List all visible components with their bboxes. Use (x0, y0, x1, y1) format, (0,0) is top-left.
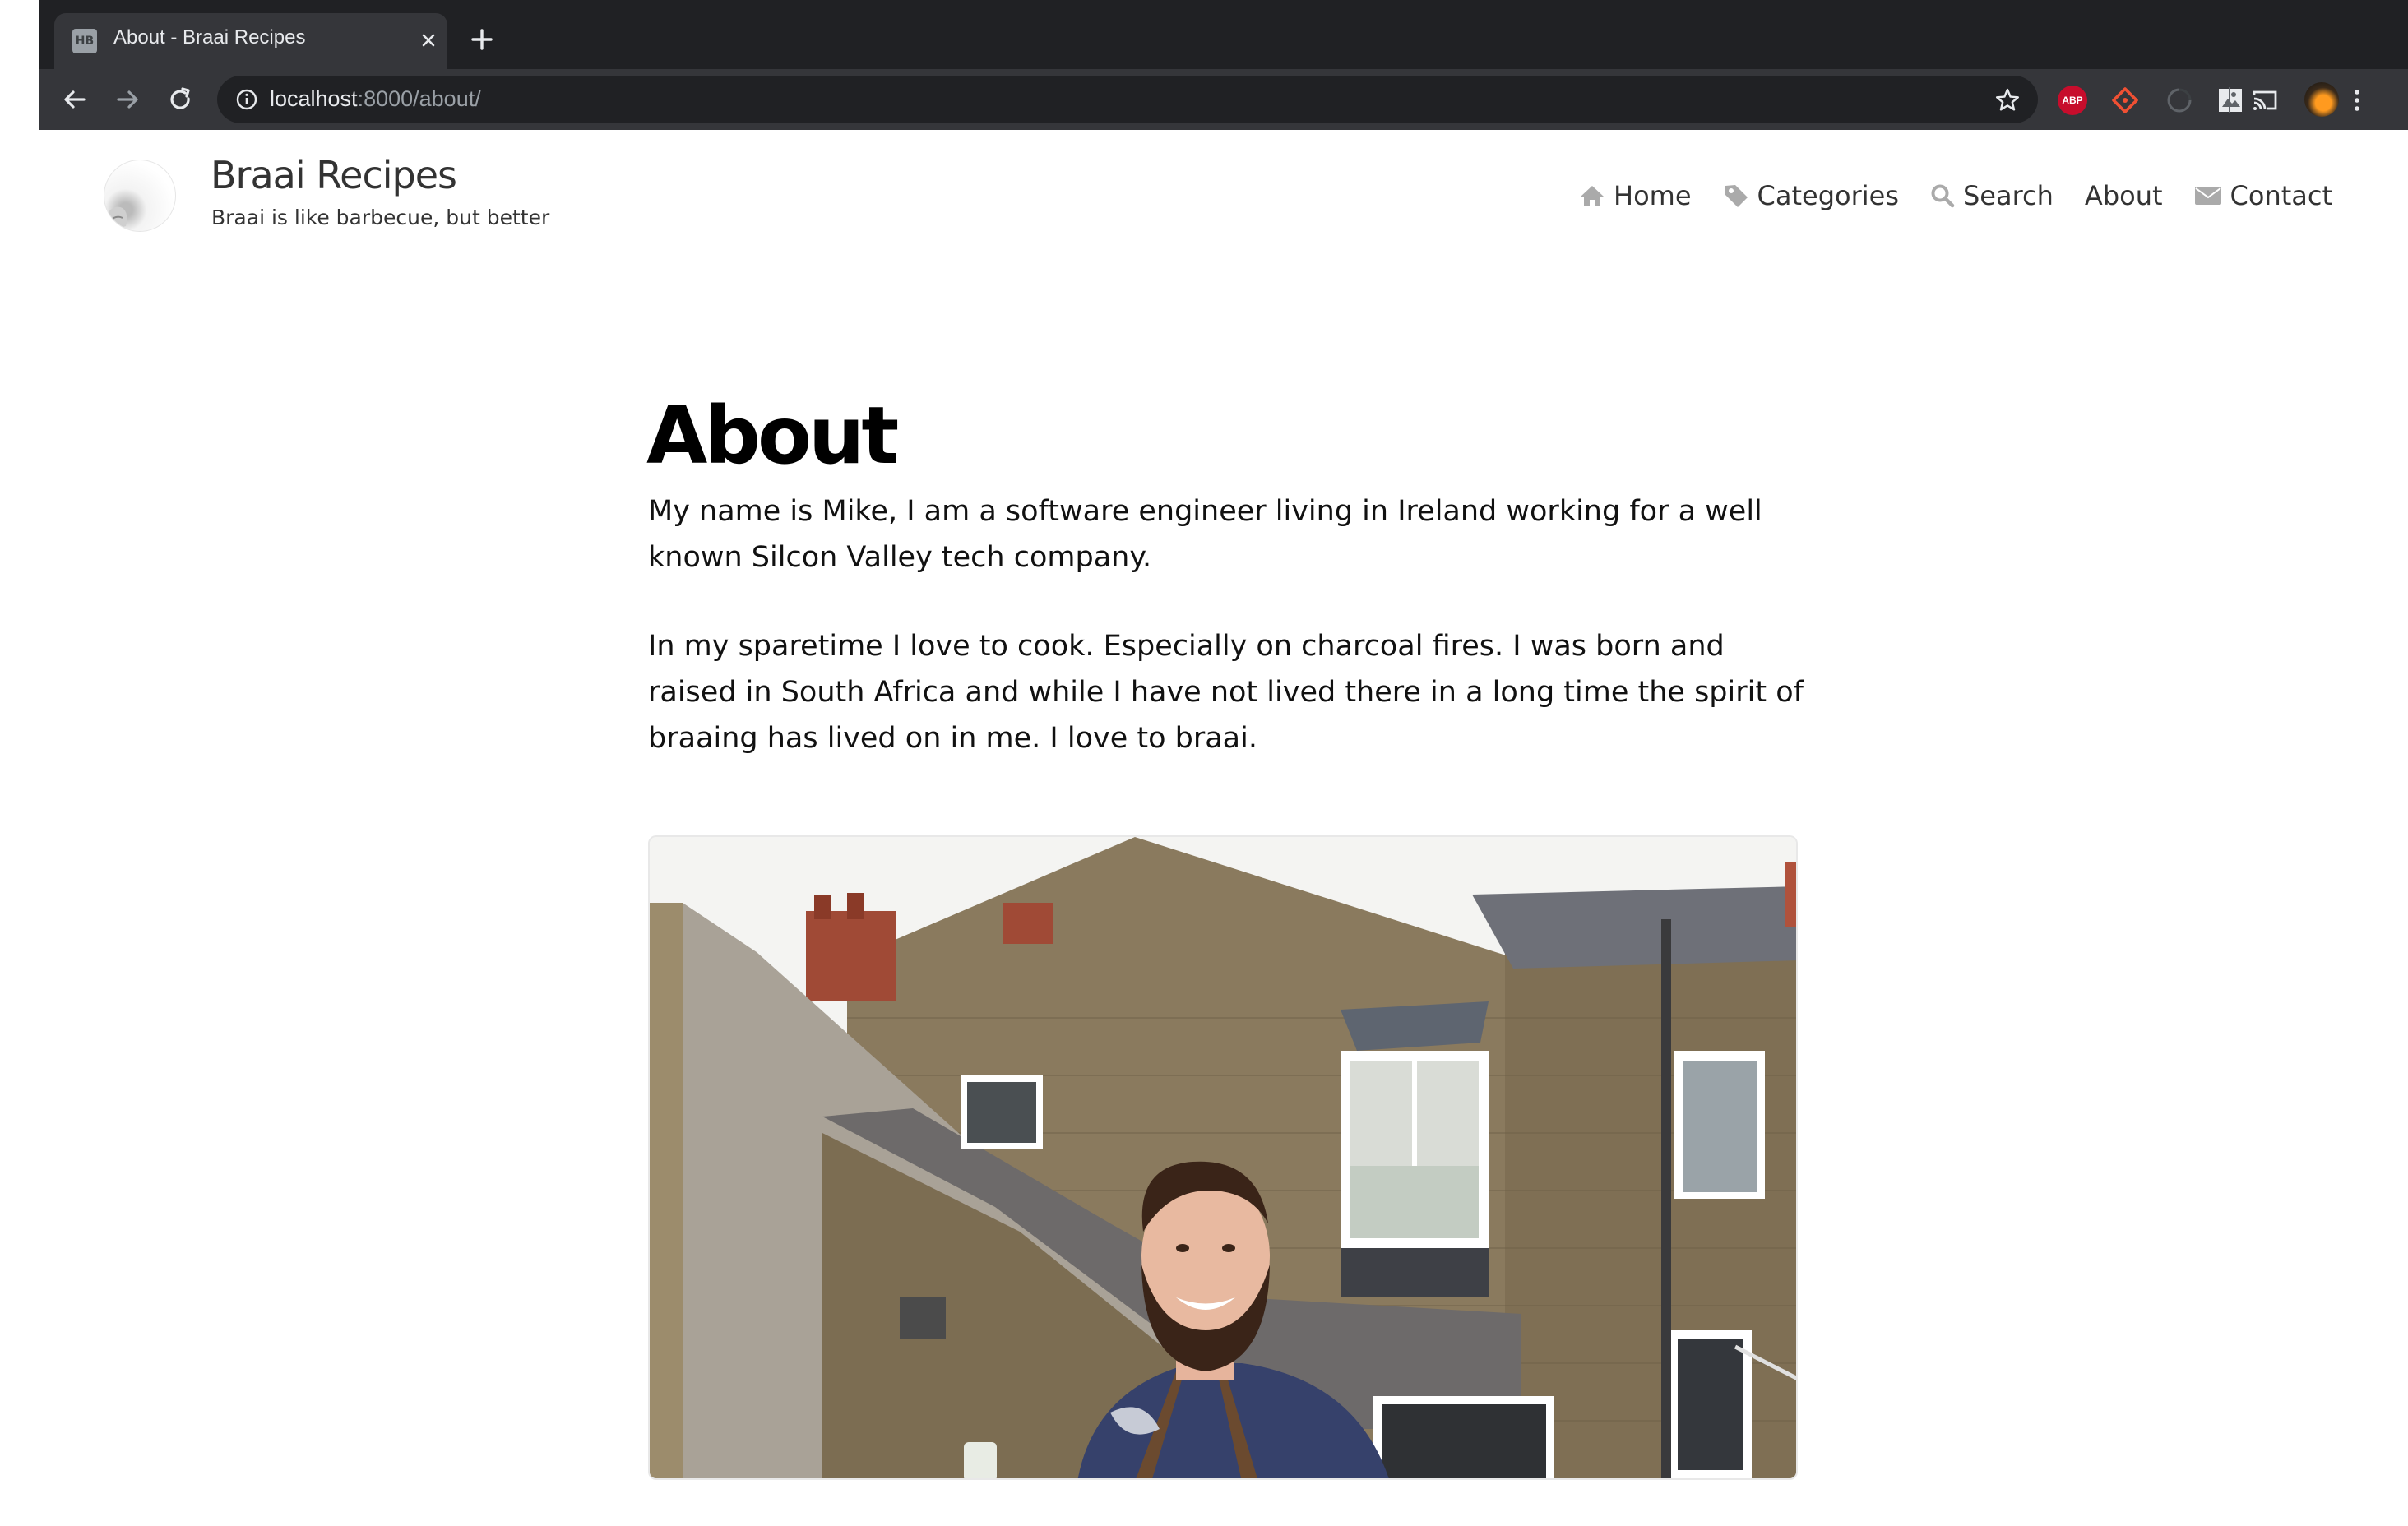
new-tab-icon[interactable] (467, 25, 497, 54)
about-paragraph: In my sparetime I love to cook. Especial… (648, 630, 1804, 755)
logo-image (104, 206, 127, 231)
url-host: localhost (270, 86, 358, 111)
nav-item-label: Home (1614, 180, 1692, 211)
browser-toolbar: localhost:8000/about/ ABP (39, 69, 2408, 130)
nav-item-contact[interactable]: Contact (2194, 180, 2333, 211)
about-paragraph: My name is Mike, I am a software enginee… (648, 495, 1762, 574)
nav-item-about[interactable]: About (2085, 180, 2163, 211)
info-icon[interactable] (235, 88, 258, 111)
about-content: My name is Mike, I am a software enginee… (648, 488, 1816, 804)
toolbar-divider (2229, 87, 2230, 113)
menu-icon[interactable] (2342, 86, 2372, 115)
close-icon[interactable] (416, 28, 441, 53)
forward-icon[interactable] (112, 84, 143, 115)
star-icon[interactable] (1994, 86, 2021, 114)
back-icon[interactable] (59, 84, 90, 115)
page-title: About (646, 390, 899, 483)
envelope-icon (2194, 187, 2221, 205)
home-icon (1581, 186, 1604, 206)
browser-tabstrip: HB About - Braai Recipes (39, 0, 2408, 69)
nav-item-label: Search (1962, 180, 2054, 211)
author-photo (648, 835, 1798, 1480)
loading-extension-icon[interactable] (2165, 86, 2194, 115)
reload-icon[interactable] (164, 84, 196, 115)
address-bar[interactable]: localhost:8000/about/ (217, 76, 2038, 123)
tag-icon (1725, 185, 1748, 207)
nav-item-home[interactable]: Home (1579, 180, 1692, 211)
site-logo[interactable] (104, 160, 176, 232)
git-extension-icon[interactable] (2110, 86, 2140, 115)
nav-item-search[interactable]: Search (1930, 180, 2054, 211)
author-photo-image (650, 837, 1796, 1478)
nav-item-categories[interactable]: Categories (1723, 180, 1899, 211)
cast-icon[interactable] (2250, 86, 2280, 115)
url-text[interactable]: localhost:8000/about/ (270, 86, 481, 112)
search-icon (1931, 184, 1955, 208)
image-extension-icon[interactable] (2216, 86, 2245, 115)
nav-item-label: About (2084, 180, 2163, 211)
tab-favicon: HB (72, 29, 97, 53)
main-nav: Home Categories Search About Contact (1579, 178, 2332, 214)
nav-item-label: Categories (1757, 180, 1899, 211)
browser-tab[interactable]: HB About - Braai Recipes (54, 13, 447, 69)
nav-item-label: Contact (2230, 180, 2333, 211)
profile-avatar[interactable] (2304, 82, 2339, 117)
adblock-plus-icon[interactable]: ABP (2058, 86, 2087, 115)
window-edge (0, 0, 39, 130)
url-path: :8000/about/ (357, 86, 481, 111)
site-tagline: Braai is like barbecue, but better (211, 206, 550, 229)
site-title[interactable]: Braai Recipes (211, 153, 457, 197)
tab-title: About - Braai Recipes (113, 26, 306, 49)
